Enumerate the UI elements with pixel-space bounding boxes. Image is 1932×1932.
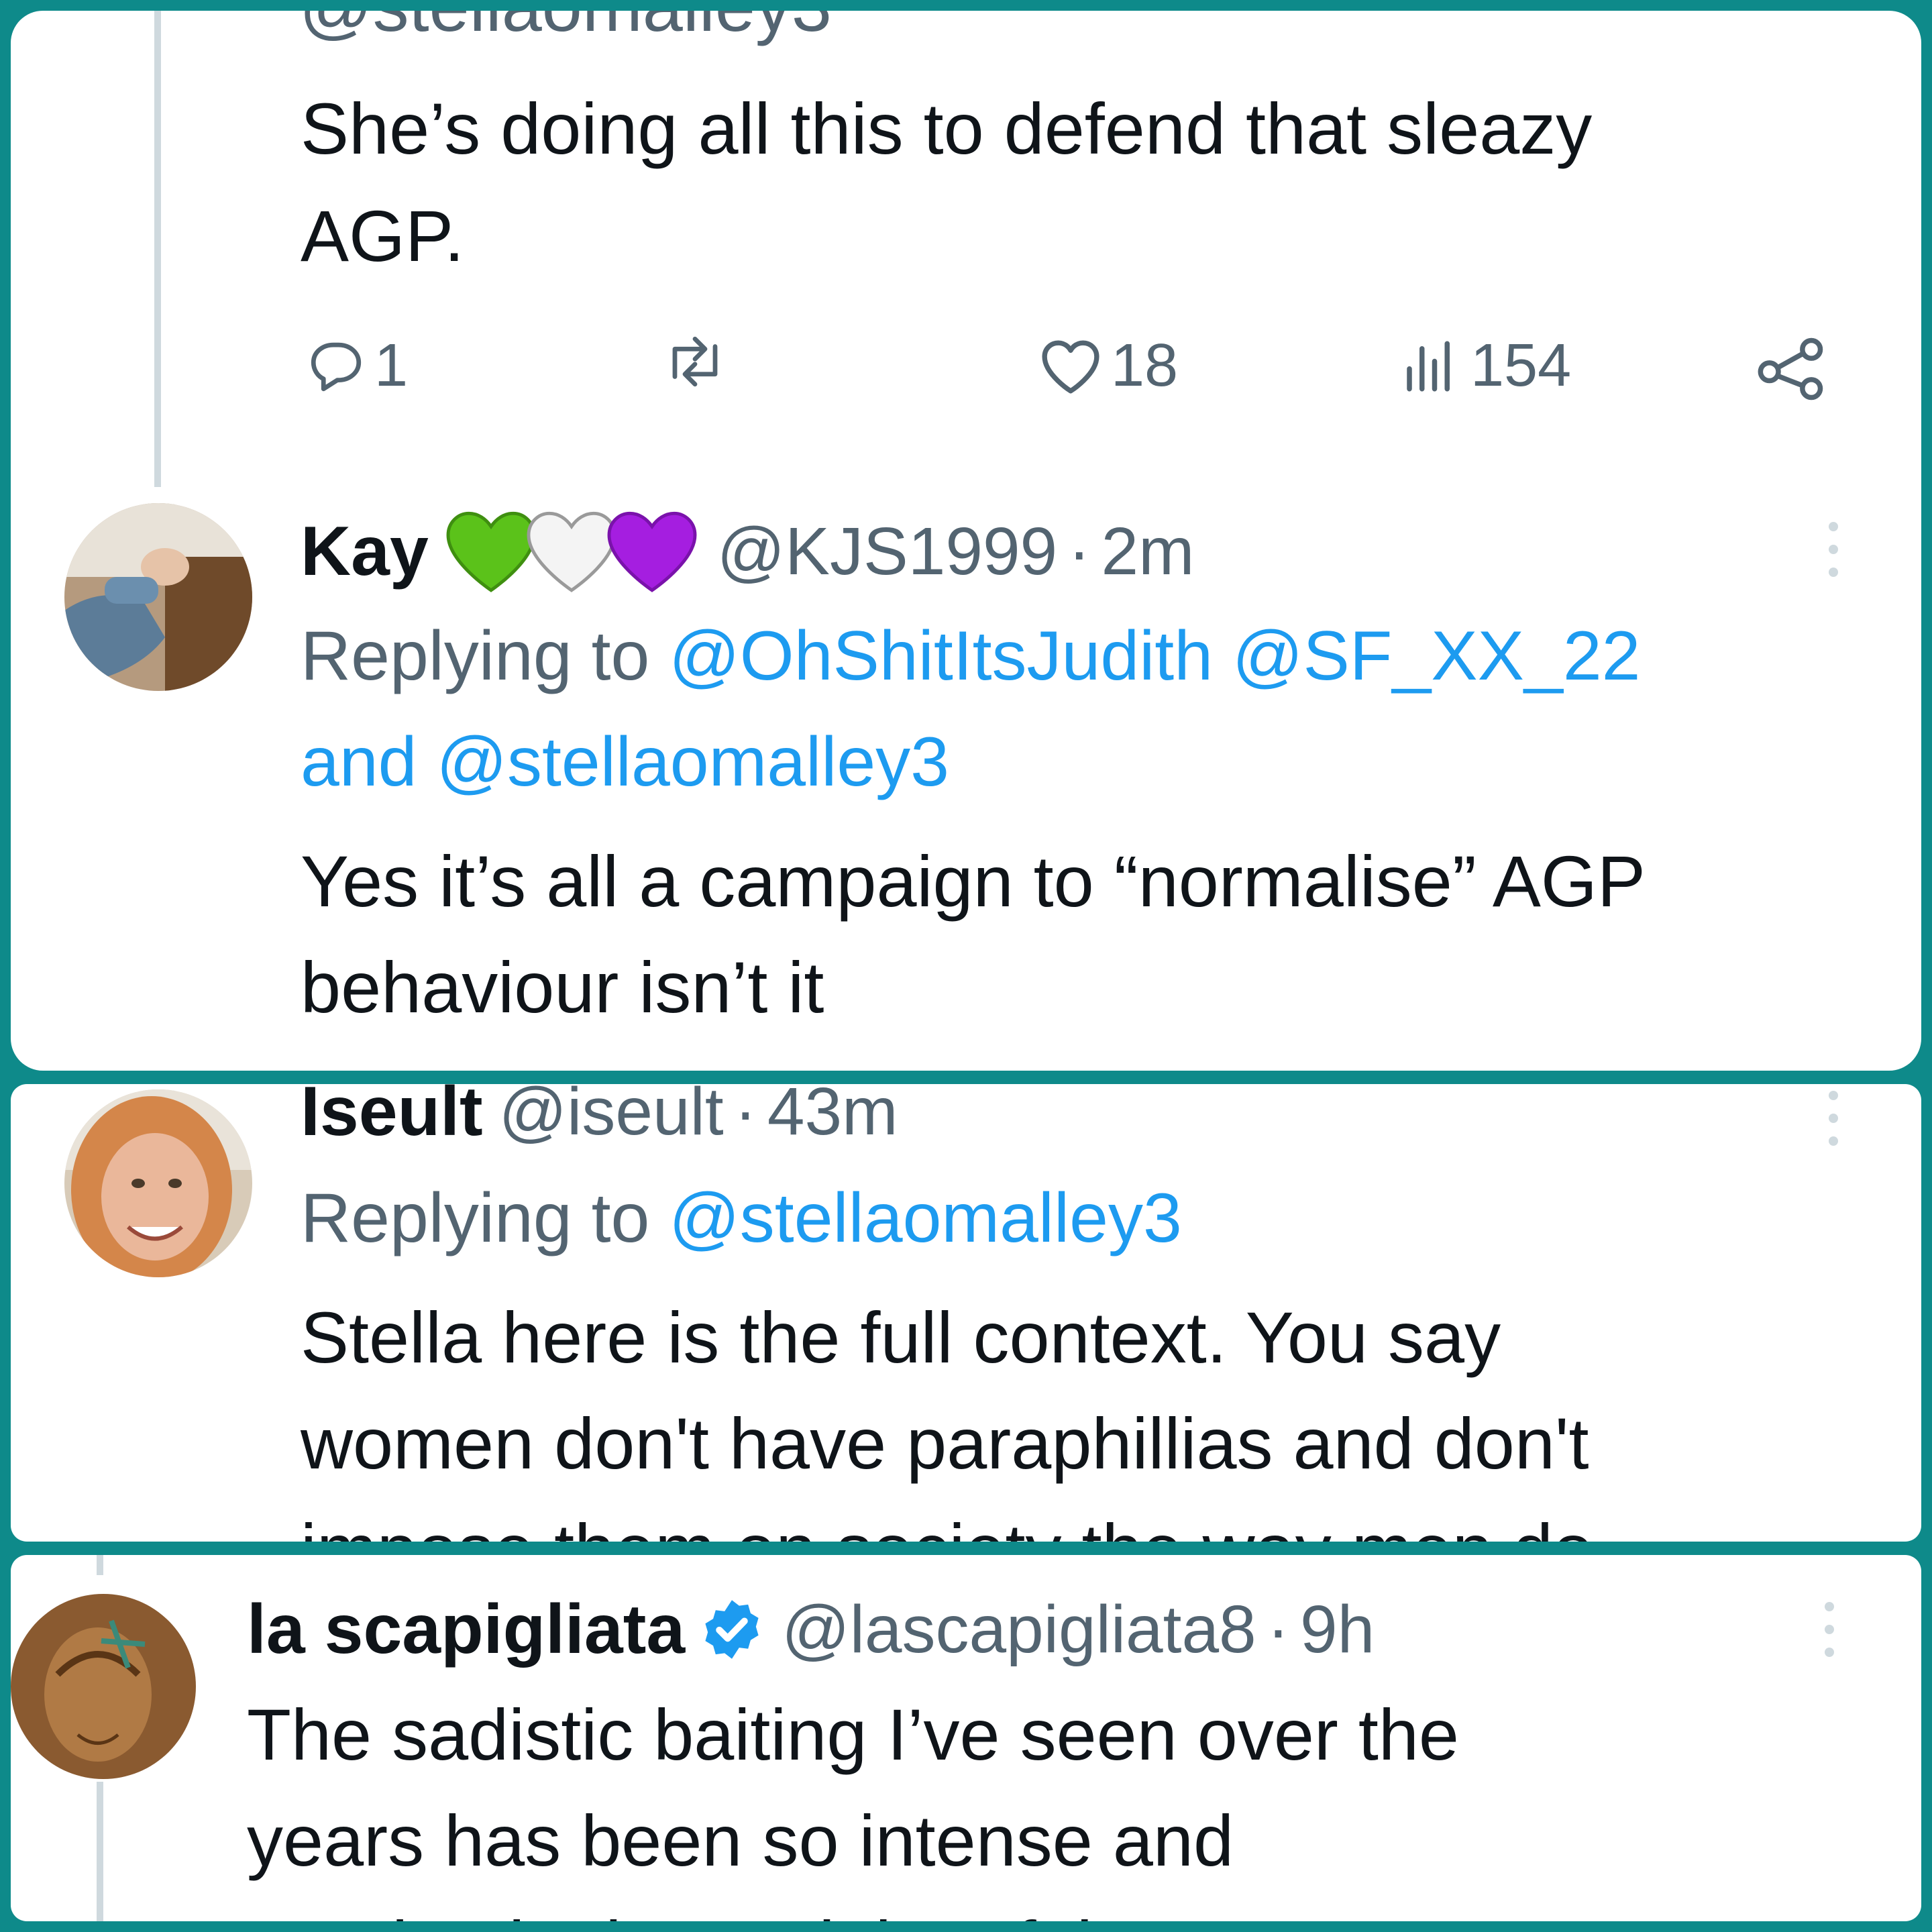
separator: · [1267,1591,1289,1667]
user-handle[interactable]: @iseult [499,1084,724,1150]
tweet-body-line-1: Yes it’s all a campaign to “normalise” A… [301,841,1646,922]
timestamp[interactable]: 2m [1101,513,1194,590]
mention-link[interactable]: @SF_XX_22 [1232,617,1641,695]
avatar[interactable] [64,503,252,691]
tweet-body-line-1: She’s doing all this to defend that slea… [301,88,1593,169]
tweet-body-line-1: The sadistic baiting I’ve seen over the [247,1694,1459,1775]
mention-link[interactable]: @stellaomalley3 [669,1179,1182,1257]
tweet-body-line-3: unrelentingly cruel, hateful [247,1893,1093,1921]
display-name[interactable]: Iseult [301,1084,483,1152]
separator: · [1068,513,1091,589]
tweet-panel-3: la scapigliata @lascapigliata8 · 9h The … [11,1555,1921,1921]
replying-to-line-1: Replying to @OhShitItsJudith @SF_XX_22 [301,602,1641,710]
share-icon [1758,337,1823,400]
more-options-icon[interactable] [1829,522,1838,577]
tweet-body-line-2: women don't have paraphillias and don't [301,1403,1589,1484]
verified-badge-icon [705,1600,759,1659]
replying-to-line: Replying to @stellaomalley3 [301,1165,1182,1272]
replying-to-line-2: and @stellaomalley3 [301,708,949,816]
mention-link[interactable]: @stellaomalley3 [436,723,949,801]
more-options-icon[interactable] [1825,1602,1834,1657]
mention-link[interactable]: @OhShitItsJudith [669,617,1213,695]
display-name[interactable]: la scapigliata [247,1590,685,1670]
more-options-icon[interactable] [1829,1091,1838,1146]
display-name[interactable]: Kay [301,512,429,592]
view-count: 154 [1470,332,1572,399]
thread-line [97,1782,103,1921]
tweet-body-line-2: AGP. [301,195,465,276]
reply-button[interactable]: 1 [306,331,408,400]
avatar[interactable] [64,1089,252,1277]
tweet-body-line-1: Stella here is the full context. You say [301,1297,1501,1378]
repost-button[interactable] [661,331,729,392]
separator: · [734,1084,757,1149]
like-button[interactable]: 18 [1037,331,1178,400]
heart-icon [1042,340,1099,393]
like-count: 18 [1111,332,1179,399]
replying-and[interactable]: and [301,723,417,801]
tweet-header: la scapigliata @lascapigliata8 · 9h [247,1579,1375,1680]
emoji-hearts [441,508,702,594]
tweet-header: Kay @KJS1999 · 2m [301,504,1194,598]
tweet-header: Iseult @iseult · 43m [301,1084,898,1162]
views-icon [1407,341,1450,391]
timestamp[interactable]: 9h [1300,1591,1375,1668]
reply-count: 1 [374,332,409,399]
purple-heart-icon [607,511,697,592]
views-button[interactable]: 154 [1399,331,1571,400]
thread-line [97,1555,103,1575]
replying-to-label: Replying to [301,1179,650,1257]
user-handle[interactable]: @lascapigliata8 [782,1591,1256,1668]
share-button[interactable] [1755,335,1829,402]
timestamp[interactable]: 43m [767,1084,898,1150]
reply-icon [311,342,362,391]
tweet-body-line-2: years has been so intense and [247,1800,1234,1881]
tweet-body-line-2: behaviour isn’t it [301,947,824,1028]
replying-to-label: Replying to [301,617,650,695]
cut-off-handle[interactable]: @stellaomalley3 [299,11,832,48]
user-handle[interactable]: @KJS1999 [717,513,1057,590]
tweet-panel-2: Iseult @iseult · 43m Replying to @stella… [11,1084,1921,1542]
thread-line [154,11,161,487]
avatar[interactable] [11,1594,196,1779]
tweet-panel-1: @stellaomalley3 She’s doing all this to … [11,11,1921,1071]
repost-icon [672,336,718,387]
tweet-body-line-3: impose them on society the way men do [301,1496,1593,1542]
